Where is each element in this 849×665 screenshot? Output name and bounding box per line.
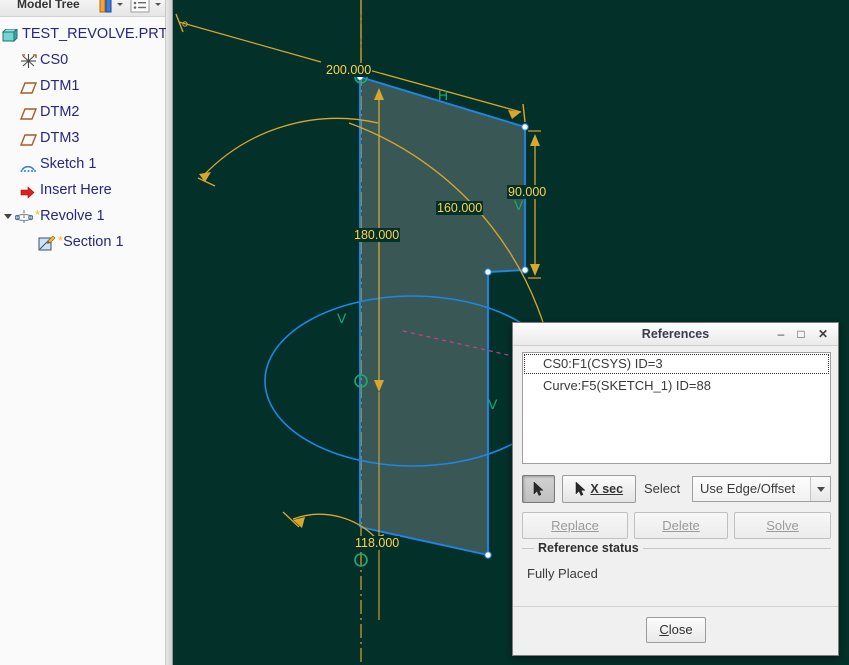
tree-item-label: DTM2 (40, 99, 79, 125)
tree-settings-icon[interactable] (130, 0, 150, 17)
dim-arrowhead (530, 134, 540, 146)
tree-expander-open[interactable] (4, 214, 12, 219)
references-dialog: References – □ ✕ CS0:F1(CSYS) ID=3 Curve… (512, 322, 839, 656)
dimension-label-180[interactable]: 180.000 (353, 228, 400, 242)
replace-button[interactable]: Replace (522, 512, 628, 539)
datum-plane-icon (20, 78, 37, 94)
dim-tick (523, 104, 525, 122)
tree-item-label: Revolve 1 (40, 203, 104, 229)
tree-item-test-revolve-prt[interactable]: TEST_REVOLVE.PRT (0, 21, 165, 47)
dialog-footer: Close (513, 606, 838, 655)
dimension-label-118[interactable]: 118.000 (354, 536, 400, 550)
solve-button-label: Solve (766, 518, 799, 533)
vertex (485, 269, 491, 275)
angle-arrow (199, 172, 211, 182)
minimize-icon[interactable]: – (772, 323, 790, 345)
tree-item-label: TEST_REVOLVE.PRT (22, 21, 167, 47)
tree-columns-icon[interactable] (99, 0, 113, 17)
model-tree-items: TEST_REVOLVE.PRTCS0DTM1DTM2DTM3Sketch 1I… (0, 17, 165, 255)
tree-item-dtm3[interactable]: DTM3 (0, 125, 165, 151)
tree-item-dtm1[interactable]: DTM1 (0, 73, 165, 99)
model-tree-header: Model Tree (0, 0, 165, 17)
tree-item-label: DTM3 (40, 125, 79, 151)
modified-asterisk-icon: * (58, 233, 63, 248)
close-button[interactable]: Close (646, 617, 706, 643)
dimension-label-160[interactable]: 160.000 (436, 201, 483, 215)
reference-list[interactable]: CS0:F1(CSYS) ID=3 Curve:F5(SKETCH_1) ID=… (522, 352, 831, 464)
dialog-titlebar[interactable]: References – □ ✕ (513, 323, 838, 346)
tree-item-label: Sketch 1 (40, 151, 96, 177)
xsec-button-label: X sec (590, 482, 623, 496)
list-item[interactable]: CS0:F1(CSYS) ID=3 (523, 353, 830, 375)
xsec-button[interactable]: X sec (562, 475, 636, 503)
select-arrow-button[interactable] (522, 475, 555, 503)
tree-item-revolve-1[interactable]: *Revolve 1 (0, 203, 165, 229)
angle-arc-top (203, 118, 378, 176)
constraint-label-vertical-1: V (514, 197, 523, 213)
tree-item-label: DTM1 (40, 73, 79, 99)
modified-asterisk-icon: * (35, 207, 40, 222)
tree-item-cs0[interactable]: CS0 (0, 47, 165, 73)
creo-parametric-window: Model Tree TEST_REVOLVE.PRTCS0DTM (0, 0, 849, 665)
cursor-arrow-icon (533, 482, 545, 496)
revolve-icon (15, 208, 32, 224)
reference-status-value: Fully Placed (527, 566, 598, 581)
tree-item-label: CS0 (40, 47, 68, 73)
delete-button-label: Delete (662, 518, 700, 533)
maximize-icon[interactable]: □ (792, 323, 810, 345)
close-icon[interactable]: ✕ (814, 323, 832, 345)
model-tree-panel: Model Tree TEST_REVOLVE.PRTCS0DTM (0, 0, 166, 665)
reference-actions: Replace Delete Solve (522, 512, 831, 540)
model-tree-title: Model Tree (17, 0, 80, 11)
constraint-label-vertical-2: V (337, 310, 346, 326)
close-button-label: Close (659, 622, 692, 637)
section-face (360, 77, 525, 555)
datum-plane-icon (20, 104, 37, 120)
vertex (522, 267, 528, 273)
list-item[interactable]: Curve:F5(SKETCH_1) ID=88 (523, 375, 830, 397)
panel-splitter[interactable] (166, 0, 173, 665)
insert-here-icon (20, 182, 37, 198)
tree-item-insert-here[interactable]: Insert Here (0, 177, 165, 203)
solve-button[interactable]: Solve (734, 512, 831, 539)
tree-settings-dropdown-icon[interactable] (155, 3, 161, 6)
selection-toolbar: X sec Select Use Edge/Offset (522, 475, 831, 505)
datum-plane-icon (20, 130, 37, 146)
vertex (522, 124, 528, 130)
vertex (485, 552, 491, 558)
reference-status-legend: Reference status (534, 541, 643, 555)
dim-arrowhead (530, 264, 540, 276)
reference-status-group: Reference status Fully Placed (522, 548, 831, 596)
cursor-arrow-icon (575, 482, 587, 496)
select-mode-dropdown[interactable]: Use Edge/Offset (692, 476, 831, 502)
select-mode-value: Use Edge/Offset (700, 477, 795, 501)
replace-button-label: Replace (551, 518, 599, 533)
part-icon (2, 26, 19, 42)
select-label: Select (644, 481, 680, 496)
tree-item-sketch-1[interactable]: Sketch 1 (0, 151, 165, 177)
chevron-down-icon[interactable] (810, 477, 830, 501)
csys-icon (20, 52, 37, 68)
constraint-label-horizontal: H (438, 87, 448, 103)
dim-leader (179, 22, 321, 62)
tree-item-section-1[interactable]: *Section 1 (0, 229, 165, 255)
sketch-icon (20, 156, 37, 172)
tree-item-label: Section 1 (63, 229, 123, 255)
tree-item-label: Insert Here (40, 177, 112, 203)
tree-item-dtm2[interactable]: DTM2 (0, 99, 165, 125)
tree-filter-dropdown-icon[interactable] (117, 3, 123, 6)
section-edit-icon (38, 234, 55, 250)
dimension-label-200[interactable]: 200.000 (325, 63, 372, 77)
delete-button[interactable]: Delete (634, 512, 728, 539)
constraint-label-vertical-3: V (488, 396, 497, 412)
